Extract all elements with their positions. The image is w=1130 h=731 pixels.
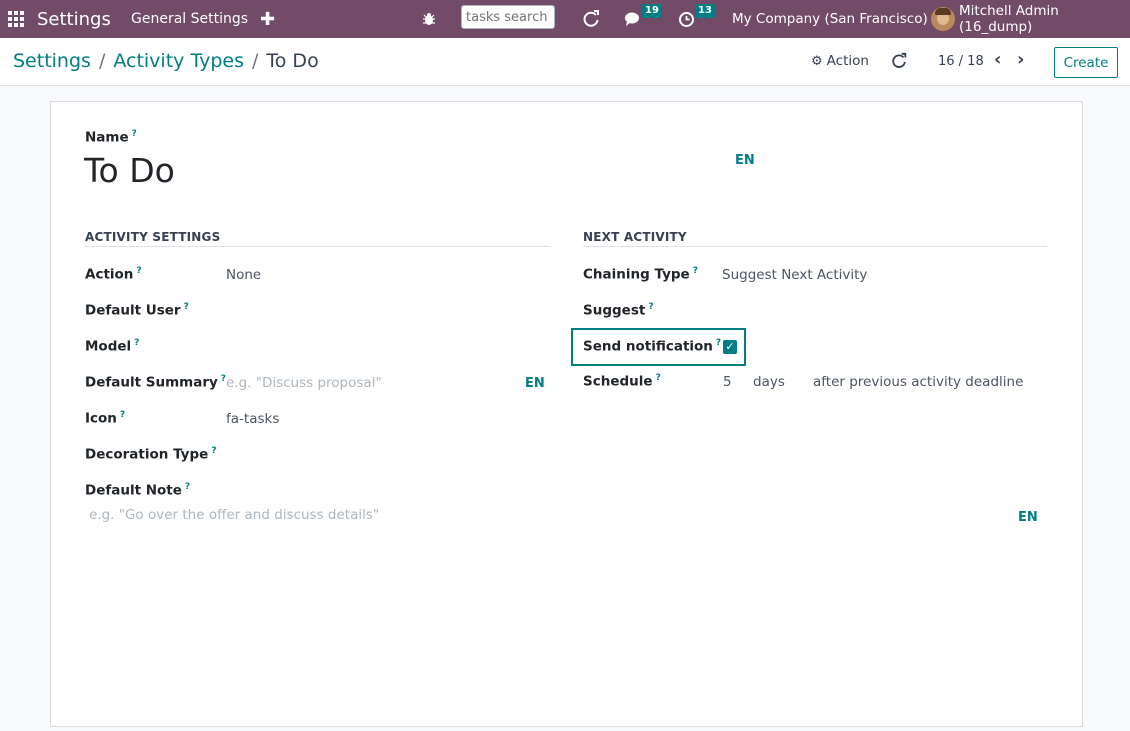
discard-refresh-icon[interactable] — [890, 52, 908, 74]
apps-menu-icon[interactable] — [8, 0, 26, 38]
menu-general-settings[interactable]: General Settings — [131, 0, 248, 38]
breadcrumb-settings[interactable]: Settings — [13, 50, 91, 72]
refresh-icon[interactable] — [581, 0, 601, 38]
action-field[interactable]: None — [226, 267, 261, 283]
form-sheet: Name? To Do EN ACTIVITY SETTINGS Action?… — [50, 101, 1083, 727]
action-label: Action? — [85, 266, 142, 283]
plus-icon[interactable]: ✚ — [260, 0, 275, 38]
help-tooltip-icon[interactable]: ? — [184, 302, 189, 312]
default-summary-input[interactable]: e.g. "Discuss proposal" — [226, 375, 382, 391]
help-tooltip-icon[interactable]: ? — [136, 266, 141, 276]
schedule-label: Schedule? — [583, 373, 661, 390]
name-field[interactable]: To Do — [84, 151, 175, 190]
name-translate-button[interactable]: EN — [735, 153, 755, 168]
control-panel: Settings / Activity Types / To Do ⚙ Acti… — [0, 38, 1130, 86]
chaining-type-label: Chaining Type? — [583, 266, 698, 283]
default-note-input[interactable]: e.g. "Go over the offer and discuss deta… — [89, 507, 379, 523]
help-tooltip-icon[interactable]: ? — [185, 482, 190, 492]
user-avatar[interactable] — [931, 7, 955, 31]
create-button[interactable]: Create — [1054, 47, 1118, 78]
default-user-label: Default User? — [85, 302, 189, 319]
section-divider — [85, 246, 550, 247]
chaining-type-field[interactable]: Suggest Next Activity — [722, 267, 867, 283]
breadcrumb-activity-types[interactable]: Activity Types — [113, 50, 244, 72]
breadcrumb: Settings / Activity Types / To Do — [13, 50, 319, 72]
company-switcher[interactable]: My Company (San Francisco) — [732, 0, 928, 38]
icon-label: Icon? — [85, 410, 126, 427]
breadcrumb-separator: / — [251, 50, 259, 72]
schedule-unit-select[interactable]: days — [753, 374, 785, 390]
gear-icon: ⚙ — [811, 53, 823, 69]
breadcrumb-current: To Do — [266, 50, 319, 72]
note-translate-button[interactable]: EN — [1018, 510, 1038, 525]
schedule-from-select[interactable]: after previous activity deadline — [813, 374, 1023, 390]
help-tooltip-icon[interactable]: ? — [656, 373, 661, 383]
action-menu-button[interactable]: ⚙ Action — [811, 53, 869, 69]
help-tooltip-icon[interactable]: ? — [211, 446, 216, 456]
help-tooltip-icon[interactable]: ? — [132, 129, 137, 139]
app-name[interactable]: Settings — [37, 0, 111, 38]
tasks-search-input[interactable] — [461, 5, 555, 29]
name-label: Name? — [85, 129, 137, 146]
pager-value[interactable]: 16 / 18 — [938, 54, 984, 69]
next-activity-title: NEXT ACTIVITY — [583, 230, 687, 244]
top-navbar: Settings General Settings ✚ 19 13 My Com… — [0, 0, 1130, 38]
schedule-delay-input[interactable]: 5 — [723, 374, 732, 390]
help-tooltip-icon[interactable]: ? — [693, 266, 698, 276]
help-tooltip-icon[interactable]: ? — [134, 338, 139, 348]
suggest-label: Suggest? — [583, 302, 654, 319]
debug-bug-icon[interactable] — [422, 0, 436, 38]
chevron-right-icon[interactable]: › — [1017, 49, 1024, 70]
decoration-type-label: Decoration Type? — [85, 446, 217, 463]
default-summary-label: Default Summary? — [85, 374, 227, 391]
user-menu[interactable]: Mitchell Admin (16_dump) — [959, 0, 1130, 38]
help-tooltip-icon[interactable]: ? — [120, 410, 125, 420]
chat-count-badge: 19 — [642, 4, 662, 18]
breadcrumb-separator: / — [98, 50, 106, 72]
activity-clock-icon[interactable] — [678, 0, 695, 38]
icon-field[interactable]: fa-tasks — [226, 411, 279, 427]
section-divider — [583, 246, 1047, 247]
checkmark-icon: ✓ — [725, 340, 735, 353]
send-notification-highlight — [571, 328, 746, 366]
activity-settings-title: ACTIVITY SETTINGS — [85, 230, 221, 244]
send-notification-checkbox[interactable]: ✓ — [723, 340, 737, 354]
default-note-label: Default Note? — [85, 482, 191, 499]
help-tooltip-icon[interactable]: ? — [648, 302, 653, 312]
action-label: Action — [826, 53, 869, 69]
activity-count-badge: 13 — [695, 4, 715, 18]
chat-icon[interactable] — [624, 0, 642, 38]
chevron-left-icon[interactable]: ‹ — [994, 49, 1001, 70]
summary-translate-button[interactable]: EN — [525, 376, 545, 391]
model-label: Model? — [85, 338, 140, 355]
